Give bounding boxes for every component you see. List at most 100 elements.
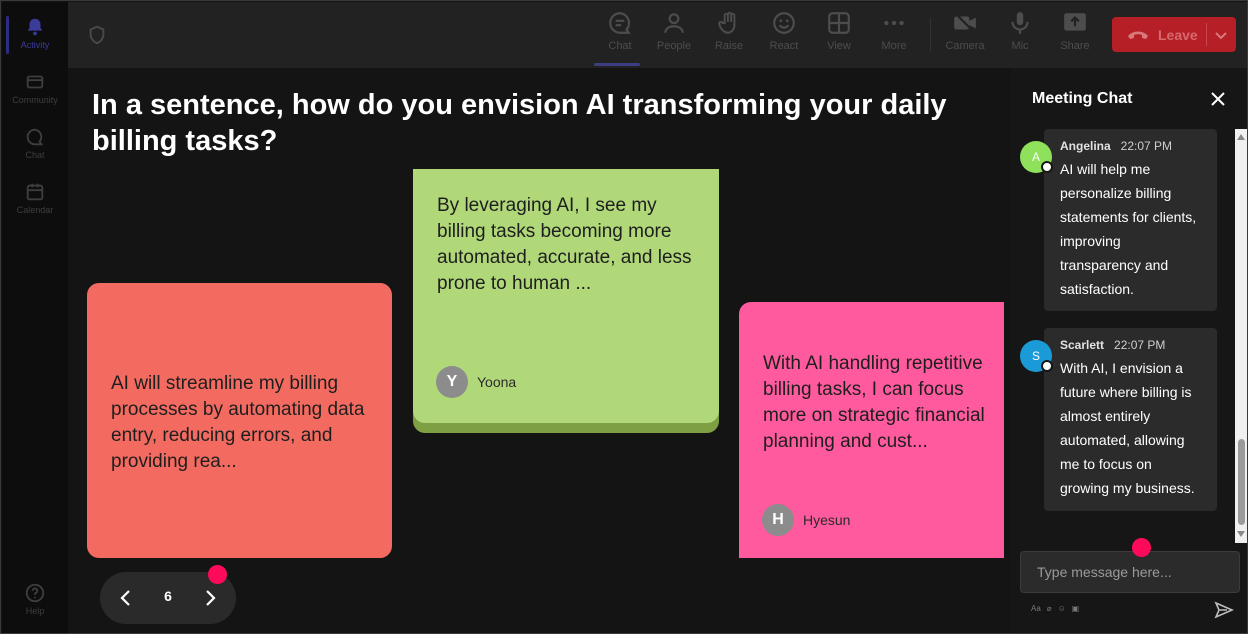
rail-label: Activity xyxy=(20,40,50,50)
share-label: Share xyxy=(1060,40,1090,52)
mic-button[interactable]: Mic xyxy=(993,10,1047,62)
raise-hand-button[interactable]: Raise xyxy=(702,10,756,62)
rail-item-community[interactable]: Community xyxy=(2,63,68,115)
sender-name: Scarlett xyxy=(1060,338,1105,352)
sender-name: Angelina xyxy=(1060,139,1111,153)
leave-button[interactable]: Leave xyxy=(1112,17,1236,52)
avatar: S xyxy=(1020,340,1053,372)
grid-icon xyxy=(828,12,850,34)
chat-message: Angelina 22:07 PM AI will help me persona… xyxy=(1044,129,1217,311)
card-text: AI will streamline my billing processes … xyxy=(111,373,365,472)
meeting-chat-panel: Meeting Chat Angelina 22:07 PM AI will he… xyxy=(1011,68,1247,633)
help-icon xyxy=(25,583,45,603)
raise-label: Raise xyxy=(714,40,744,52)
people-button[interactable]: People xyxy=(647,10,701,62)
compose-tools: Aa ⌀ ☺ ▣ xyxy=(1031,604,1079,613)
message-body: With AI, I envision a future where billi… xyxy=(1060,360,1195,496)
message-input[interactable]: Type message here... xyxy=(1020,551,1240,593)
author-name: Yoona xyxy=(477,374,517,390)
attach-icon[interactable]: ⌀ xyxy=(1047,604,1052,613)
chat-button[interactable]: Chat xyxy=(593,10,647,66)
left-rail: Activity Community Chat Calendar Help xyxy=(2,2,68,633)
page-number: 6 xyxy=(164,588,172,604)
format-icon[interactable]: Aa xyxy=(1031,604,1041,613)
close-icon[interactable] xyxy=(1209,90,1227,108)
response-card[interactable]: AI will streamline my billing processes … xyxy=(87,283,392,558)
shield-icon[interactable] xyxy=(86,24,108,46)
response-card[interactable]: With AI handling repetitive billing task… xyxy=(739,302,1004,558)
more-dots-icon xyxy=(884,20,904,26)
chat-message: Scarlett 22:07 PM With AI, I envision a f… xyxy=(1044,328,1217,511)
scroll-up-arrow-icon[interactable] xyxy=(1237,134,1245,140)
rail-item-calendar[interactable]: Calendar xyxy=(2,173,68,225)
card-author: Y Yoona xyxy=(436,366,516,398)
react-button[interactable]: React xyxy=(757,10,811,62)
send-icon[interactable] xyxy=(1214,600,1234,620)
rail-label: Calendar xyxy=(16,205,54,215)
meeting-window: Activity Community Chat Calendar Help Ch… xyxy=(0,0,1248,634)
chat-scrollbar[interactable] xyxy=(1235,129,1247,543)
response-card[interactable]: By leveraging AI, I see my billing tasks… xyxy=(413,169,719,433)
presence-indicator xyxy=(1041,360,1053,372)
view-button[interactable]: View xyxy=(812,10,866,62)
chevron-down-icon[interactable] xyxy=(1213,27,1229,43)
avatar: Y xyxy=(436,366,468,398)
people-label: People xyxy=(656,40,692,52)
chevron-left-icon[interactable] xyxy=(114,586,138,610)
rail-label: Community xyxy=(12,95,58,105)
leave-label: Leave xyxy=(1158,26,1198,43)
avatar: H xyxy=(762,504,794,536)
camera-label: Camera xyxy=(945,40,985,52)
avatar-initial: A xyxy=(1031,150,1040,164)
calendar-icon xyxy=(26,183,44,201)
view-label: View xyxy=(827,40,851,52)
card-text: By leveraging AI, I see my billing tasks… xyxy=(437,195,692,294)
hang-up-icon xyxy=(1128,31,1148,39)
leave-divider xyxy=(1206,23,1207,46)
community-icon xyxy=(26,75,44,89)
message-time: 22:07 PM xyxy=(1120,139,1173,153)
rail-label: Help xyxy=(25,606,45,616)
chat-label: Chat xyxy=(608,40,632,52)
emoji-icon[interactable]: ☺ xyxy=(1058,604,1066,613)
chat-message-list[interactable]: Angelina 22:07 PM AI will help me persona… xyxy=(1011,129,1235,543)
meeting-toolbar: Chat People Raise React View More Camera xyxy=(68,2,1247,68)
rail-label: Chat xyxy=(25,150,45,160)
toolbar-divider xyxy=(930,18,931,52)
presence-indicator xyxy=(1041,161,1053,173)
camera-button[interactable]: Camera xyxy=(938,10,992,62)
smiley-icon xyxy=(773,12,795,34)
cursor-dot xyxy=(1132,538,1151,557)
chevron-right-icon[interactable] xyxy=(198,586,222,610)
react-label: React xyxy=(769,40,799,52)
bell-icon xyxy=(27,18,43,36)
more-label: More xyxy=(881,40,907,52)
chat-icon xyxy=(609,12,631,34)
card-text: With AI handling repetitive billing task… xyxy=(763,353,985,452)
microphone-icon xyxy=(1011,12,1029,34)
author-name: Hyesun xyxy=(803,512,851,528)
hand-icon xyxy=(718,11,736,34)
gif-icon[interactable]: ▣ xyxy=(1072,604,1080,613)
share-screen-icon xyxy=(1064,13,1086,31)
mic-label: Mic xyxy=(1011,40,1029,52)
rail-item-chat[interactable]: Chat xyxy=(2,118,68,170)
chat-icon xyxy=(26,128,44,146)
rail-item-help[interactable]: Help xyxy=(2,574,68,626)
message-meta: Scarlett 22:07 PM xyxy=(1060,338,1201,352)
more-button[interactable]: More xyxy=(867,10,921,62)
people-icon xyxy=(664,13,684,33)
share-button[interactable]: Share xyxy=(1048,10,1102,62)
scroll-down-arrow-icon[interactable] xyxy=(1237,531,1245,537)
card-face: By leveraging AI, I see my billing tasks… xyxy=(413,169,719,423)
message-meta: Angelina 22:07 PM xyxy=(1060,139,1201,153)
avatar: A xyxy=(1020,141,1053,173)
camera-off-icon xyxy=(954,12,976,34)
rail-item-activity[interactable]: Activity xyxy=(2,8,68,60)
chat-title: Meeting Chat xyxy=(1032,90,1133,107)
card-author: H Hyesun xyxy=(762,504,850,536)
cursor-dot xyxy=(208,565,227,584)
avatar-initial: S xyxy=(1031,349,1040,363)
scrollbar-thumb[interactable] xyxy=(1238,439,1245,525)
message-time: 22:07 PM xyxy=(1114,338,1166,352)
